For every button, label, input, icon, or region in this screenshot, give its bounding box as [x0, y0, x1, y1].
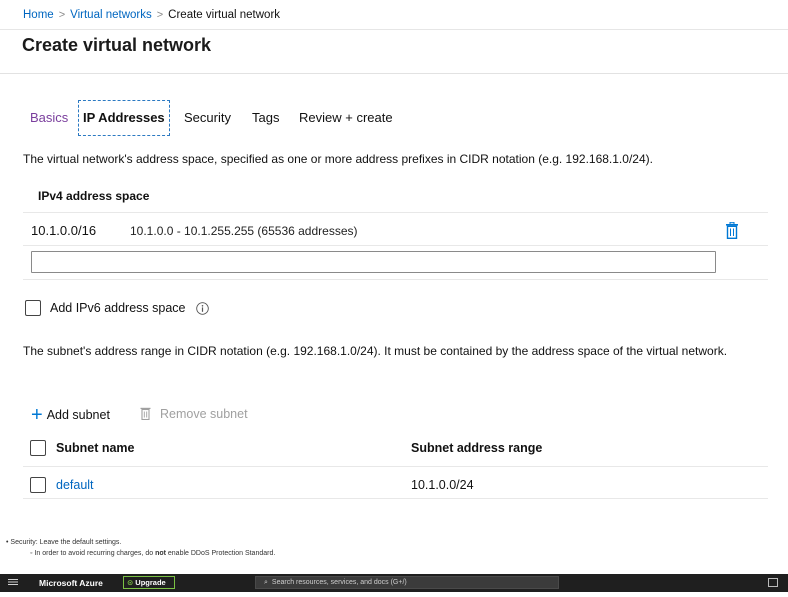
table-header-divider: [23, 466, 768, 467]
plus-icon: +: [31, 404, 43, 426]
global-search-input[interactable]: ⌕ Search resources, services, and docs (G…: [255, 576, 559, 589]
cloud-shell-icon[interactable]: [768, 578, 778, 587]
upgrade-label: Upgrade: [135, 578, 166, 587]
row-divider: [23, 245, 768, 246]
address-range: 10.1.0.0 - 10.1.255.255 (65536 addresses…: [130, 224, 358, 238]
search-icon: ⌕: [264, 579, 268, 586]
subnet-row-checkbox[interactable]: [30, 477, 46, 493]
address-space-description: The virtual network's address space, spe…: [23, 152, 653, 166]
trash-icon: [140, 407, 151, 421]
tab-ip-addresses[interactable]: IP Addresses: [78, 100, 170, 136]
select-all-subnets-checkbox[interactable]: [30, 440, 46, 456]
row-divider: [23, 498, 768, 499]
column-header-subnet-name[interactable]: Subnet name: [56, 441, 135, 455]
delete-icon[interactable]: [725, 222, 739, 239]
add-subnet-button[interactable]: + Add subnet: [31, 402, 110, 426]
add-subnet-label: Add subnet: [46, 408, 110, 422]
tab-security[interactable]: Security: [184, 101, 231, 135]
ipv4-section-title: IPv4 address space: [38, 189, 150, 203]
ipv4-header-divider: [23, 212, 768, 213]
breadcrumb-divider: [0, 29, 788, 30]
title-divider: [0, 73, 788, 74]
note-subitem: ◦ In order to avoid recurring charges, d…: [30, 550, 276, 557]
tab-tags[interactable]: Tags: [252, 101, 279, 135]
breadcrumb-current: Create virtual network: [168, 9, 281, 21]
ipv6-checkbox-label[interactable]: Add IPv6 address space: [50, 301, 186, 315]
note-item-text: Security: Leave the default settings.: [10, 539, 122, 546]
instruction-notes: • Security: Leave the default settings. …: [6, 537, 275, 559]
note-item: • Security: Leave the default settings.: [6, 539, 122, 546]
remove-subnet-button[interactable]: Remove subnet: [140, 404, 248, 421]
create-vnet-blade: Home > Virtual networks > Create virtual net…: [0, 0, 788, 570]
note-subitem-text-end: enable DDoS Protection Standard.: [165, 550, 276, 557]
note-subitem-bold: not: [155, 550, 166, 557]
breadcrumb-virtual-networks-link[interactable]: Virtual networks: [70, 9, 152, 21]
remove-subnet-label: Remove subnet: [160, 407, 248, 421]
address-prefix: 10.1.0.0/16: [31, 223, 97, 238]
search-placeholder: Search resources, services, and docs (G+…: [271, 579, 407, 586]
subnet-address-range: 10.1.0.0/24: [411, 478, 474, 492]
page-title: Create virtual network: [22, 35, 212, 55]
azure-top-bar: Microsoft Azure ⊙ Upgrade ⌕ Search resourc…: [0, 574, 788, 592]
breadcrumb-separator: >: [156, 9, 164, 21]
subnet-name-link[interactable]: default: [56, 478, 94, 492]
brand-label[interactable]: Microsoft Azure: [39, 578, 103, 588]
row-divider: [23, 279, 768, 280]
ipv6-checkbox[interactable]: [25, 300, 41, 316]
subnet-description: The subnet's address range in CIDR notat…: [23, 344, 728, 358]
hamburger-menu-icon[interactable]: [8, 577, 18, 587]
tab-review-create[interactable]: Review + create: [299, 101, 393, 135]
note-subitem-text: In order to avoid recurring charges, do: [34, 550, 156, 557]
breadcrumb: Home > Virtual networks > Create virtual net…: [23, 9, 280, 21]
info-icon[interactable]: [196, 302, 209, 315]
upgrade-button[interactable]: ⊙ Upgrade: [123, 576, 175, 589]
column-header-subnet-range[interactable]: Subnet address range: [411, 441, 542, 455]
tab-basics[interactable]: Basics: [30, 101, 68, 135]
breadcrumb-separator: >: [58, 9, 66, 21]
upgrade-icon: ⊙: [127, 578, 134, 587]
breadcrumb-home-link[interactable]: Home: [23, 9, 54, 21]
address-prefix-input[interactable]: [31, 251, 716, 273]
